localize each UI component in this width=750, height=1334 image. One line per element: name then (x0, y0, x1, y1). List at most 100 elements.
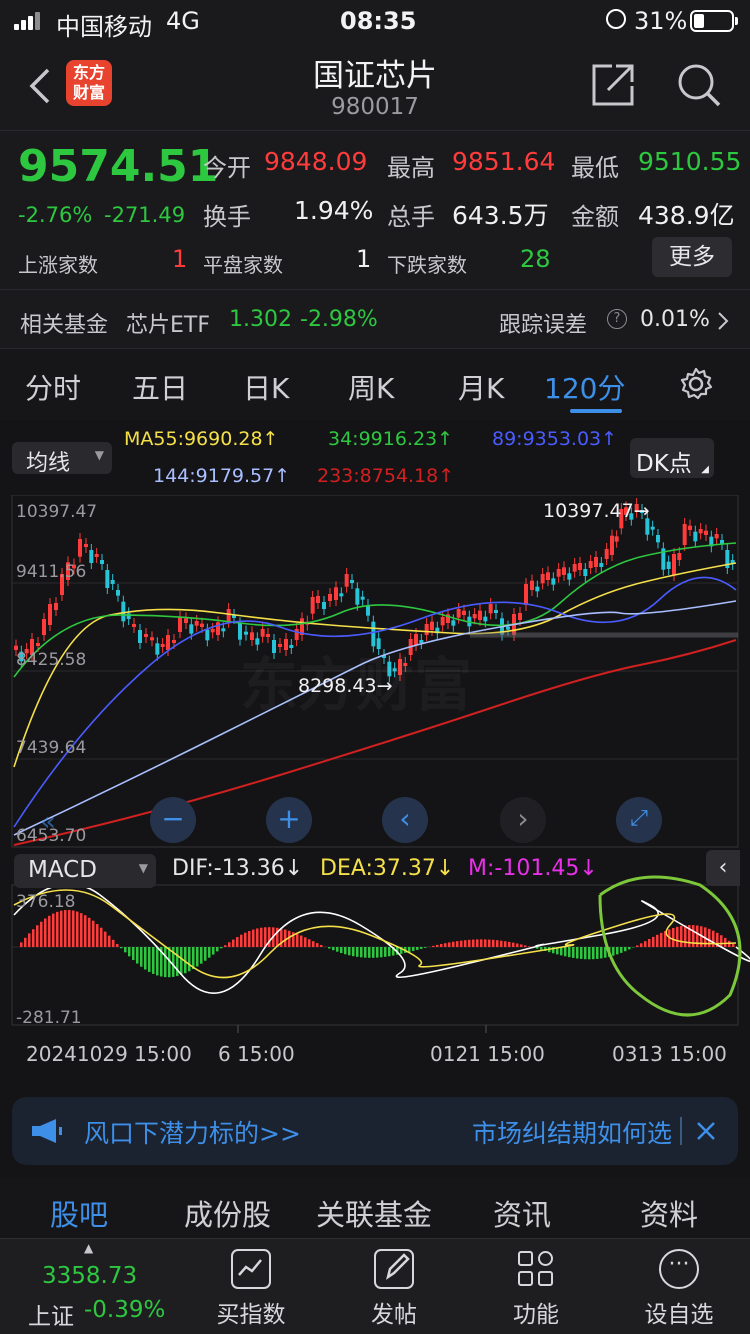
signal-icon (14, 12, 48, 30)
macd-axis-top: 376.18 (16, 892, 76, 912)
banner-left-text[interactable]: 风口下潜力标的>> (84, 1114, 301, 1150)
scroll-right-button[interactable]: › (500, 797, 546, 843)
macd-m: M:-101.45↓ (468, 856, 598, 881)
dk-point-button[interactable]: DK点 ◢ (630, 438, 714, 478)
tab-weekly-k[interactable]: 周K (348, 367, 394, 407)
active-tab-indicator (570, 409, 622, 413)
header: 东方 财富 国证芯片 980017 (0, 42, 750, 130)
change-amount: -271.49 (104, 203, 186, 227)
sh-index-pct[interactable]: -0.39% (84, 1297, 165, 1323)
ma-selector[interactable]: 均线 ▼ (12, 442, 112, 476)
banner-right-text[interactable]: 市场纠结期如何选 (472, 1114, 690, 1150)
last-price: 9574.51 (18, 141, 219, 192)
related-fund-price: 1.302 (229, 307, 292, 332)
sh-index-value[interactable]: 3358.73 (42, 1263, 137, 1289)
sh-index-name[interactable]: 上证 (28, 1297, 74, 1331)
settings-gear-icon[interactable] (679, 367, 713, 401)
tab-profile[interactable]: 资料 (640, 1192, 698, 1234)
ma233-legend: 233:8754.18↑ (317, 465, 455, 487)
macd-selector[interactable]: MACD ▼ (14, 854, 156, 888)
buy-index-button[interactable]: 买指数 (196, 1247, 306, 1329)
related-fund-name[interactable]: 芯片ETF (126, 307, 210, 339)
up-count: 1 (172, 245, 188, 273)
battery-icon (690, 10, 738, 32)
flat-count-label: 平盘家数 (203, 253, 283, 277)
high-value: 9851.64 (452, 147, 556, 176)
share-icon[interactable] (590, 62, 636, 108)
down-count-label: 下跌家数 (387, 253, 467, 277)
chevron-right-icon[interactable] (716, 311, 730, 331)
network-type: 4G (166, 7, 200, 35)
tab-intraday[interactable]: 分时 (25, 367, 81, 407)
news-banner[interactable]: 风口下潜力标的>> 市场纠结期如何选 (12, 1097, 738, 1165)
grid-icon (516, 1249, 556, 1289)
price-axis-tick: 9411.56 (16, 562, 87, 582)
post-button[interactable]: 发帖 (339, 1247, 449, 1329)
close-icon[interactable] (696, 1121, 716, 1141)
eastmoney-logo: 东方 财富 (66, 60, 112, 106)
period-tabs: 分时 五日 日K 周K 月K 120分 (0, 348, 750, 420)
ma89-legend: 89:9353.03↑ (492, 428, 618, 450)
watermark: 东方财富 (240, 638, 472, 722)
battery-percent: 31% (634, 7, 688, 35)
content-tabs: 股吧 成份股 关联基金 资讯 资料 (0, 1178, 750, 1238)
zoom-in-button[interactable]: + (266, 797, 312, 843)
tab-monthly-k[interactable]: 月K (458, 367, 504, 407)
tab-constituents[interactable]: 成份股 (184, 1192, 271, 1234)
kline-canvas (11, 495, 750, 1033)
banner-divider (680, 1117, 682, 1145)
down-count: 28 (520, 245, 551, 273)
volume-value: 643.5万 (452, 201, 549, 230)
ma144-legend: 144:9179.57↑ (153, 465, 291, 487)
date-axis-tick: 0313 15:00 (612, 1042, 727, 1066)
macd-dea: DEA:37.37↓ (320, 856, 455, 881)
open-label: 今开 (203, 154, 251, 182)
fullscreen-icon[interactable]: ⤢ (616, 797, 662, 843)
high-annotation: 10397.47→ (543, 500, 650, 522)
more-button[interactable]: 更多 (652, 237, 732, 277)
low-label: 最低 (571, 154, 619, 182)
more-dots-icon: ··· (659, 1249, 699, 1289)
caret-up-icon: ▲ (84, 1241, 94, 1255)
tab-120min[interactable]: 120分 (544, 367, 625, 407)
flat-count: 1 (356, 245, 372, 273)
search-icon[interactable] (676, 62, 722, 108)
megaphone-icon (32, 1119, 62, 1143)
date-axis-tick: 6 15:00 (218, 1042, 295, 1066)
help-icon[interactable]: ? (607, 309, 627, 329)
kline-chart[interactable]: 均线 ▼ MA55:9690.28↑ 34:9916.23↑ 89:9353.03… (0, 420, 750, 1085)
tab-news[interactable]: 资讯 (493, 1192, 551, 1234)
clock: 08:35 (340, 7, 417, 35)
edit-icon (374, 1249, 414, 1289)
amount-value: 438.9亿 (638, 201, 735, 230)
back-icon[interactable] (28, 68, 52, 104)
price-axis-tick: 10397.47 (16, 502, 98, 522)
carrier: 中国移动 (56, 13, 152, 41)
tab-forum[interactable]: 股吧 (50, 1192, 108, 1234)
change-percent: -2.76% (18, 203, 93, 227)
quote-panel: 9574.51 -2.76% -271.49 今开 9848.09 最高 985… (0, 130, 750, 348)
add-watchlist-button[interactable]: ··· 设自选 (624, 1247, 734, 1329)
tab-related-funds[interactable]: 关联基金 (316, 1192, 432, 1234)
bottom-toolbar: ▲ 3358.73 上证 -0.39% 买指数 发帖 功能 ··· 设自选 (0, 1238, 750, 1334)
tab-five-day[interactable]: 五日 (132, 367, 188, 407)
functions-button[interactable]: 功能 (481, 1247, 591, 1329)
amount-label: 金额 (571, 203, 619, 231)
zoom-out-button[interactable]: − (150, 797, 196, 843)
tracking-error-label: 跟踪误差 (499, 313, 588, 338)
page-title: 国证芯片 (313, 58, 437, 94)
trend-chart-icon (231, 1249, 271, 1289)
turnover-value: 1.94% (294, 196, 374, 225)
up-count-label: 上涨家数 (18, 253, 98, 277)
collapse-panel-button[interactable]: ‹ (706, 850, 740, 886)
open-value: 9848.09 (264, 147, 368, 176)
price-axis-tick: 7439.64 (16, 738, 87, 758)
scroll-start-icon[interactable]: « (40, 807, 56, 837)
date-axis-tick: 0121 15:00 (430, 1042, 545, 1066)
low-value: 9510.55 (638, 147, 742, 176)
related-fund-label: 相关基金 (20, 313, 109, 338)
index-code: 980017 (331, 94, 419, 120)
tab-daily-k[interactable]: 日K (243, 367, 289, 407)
ma55-legend: MA55:9690.28↑ (124, 428, 279, 450)
scroll-left-button[interactable]: ‹ (382, 797, 428, 843)
